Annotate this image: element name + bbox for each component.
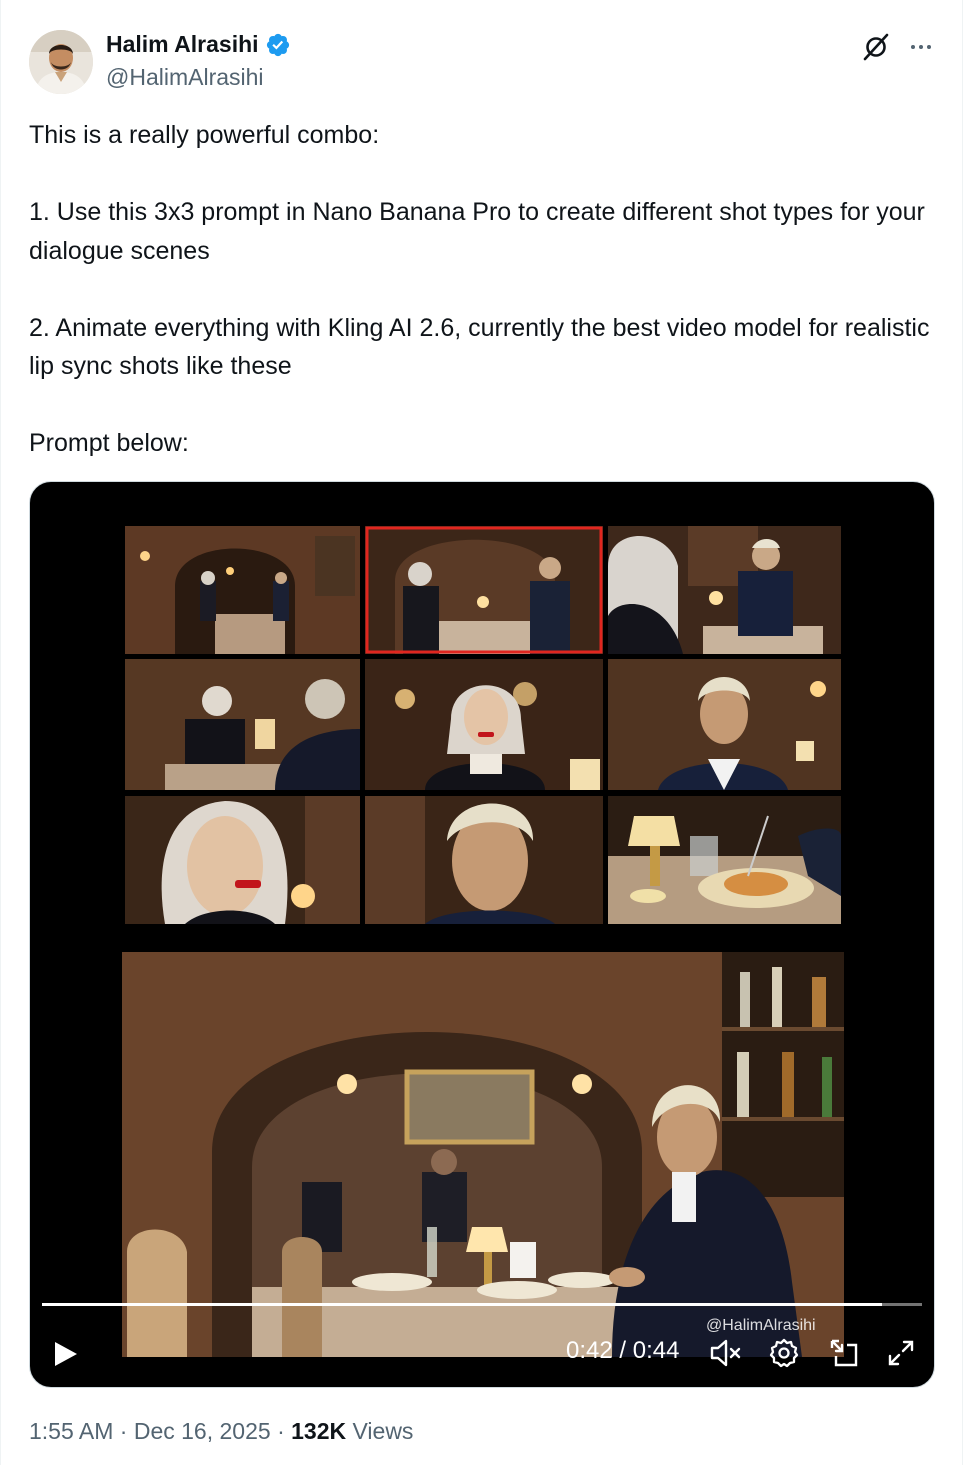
grid-cell-over-shoulder <box>608 526 841 654</box>
dot <box>927 45 931 49</box>
grid-cell-ots-woman <box>125 659 360 790</box>
tweet-paragraph <box>29 270 934 309</box>
avatar[interactable] <box>29 30 93 94</box>
handle[interactable]: @HalimAlrasihi <box>106 64 264 91</box>
tweet-container: Halim Alrasihi @HalimAlrasihi This is a … <box>0 0 963 1465</box>
pip-icon[interactable] <box>829 1338 859 1368</box>
more-options-icon[interactable] <box>904 30 938 64</box>
grid-cell-closeup-woman <box>365 659 603 790</box>
separator: · <box>119 1418 128 1444</box>
grid-cell-extreme-closeup-man <box>365 796 603 924</box>
views-count[interactable]: 132K <box>291 1418 346 1444</box>
tweet-paragraph: 2. Animate everything with Kling AI 2.6,… <box>29 313 937 381</box>
muted-volume-icon[interactable] <box>710 1338 742 1368</box>
grid-cell-extreme-closeup-woman <box>125 796 360 924</box>
fullscreen-icon[interactable] <box>886 1338 916 1368</box>
grid-cell-detail-table <box>608 796 841 924</box>
video-frame <box>122 952 844 1357</box>
tweet-date[interactable]: Dec 16, 2025 <box>134 1418 271 1444</box>
tweet-paragraph: Prompt below: <box>29 429 189 457</box>
video-time: 0:42 / 0:44 <box>566 1337 680 1364</box>
verified-badge-icon <box>266 33 289 56</box>
settings-gear-icon[interactable] <box>769 1338 799 1368</box>
grid-cell-wide-shot <box>125 526 360 654</box>
tweet-paragraph: 1. Use this 3x3 prompt in Nano Banana Pr… <box>29 198 932 265</box>
separator: · <box>277 1418 285 1444</box>
dot <box>919 45 923 49</box>
tweet-meta: 1:55 AM · Dec 16, 2025 · 132K Views <box>29 1418 413 1445</box>
tweet-text: This is a really powerful combo: 1. Use … <box>29 116 934 463</box>
video-progress-bar[interactable] <box>42 1303 922 1306</box>
grid-cell-closeup-man <box>608 659 841 790</box>
dot <box>911 45 915 49</box>
tweet-paragraph <box>29 386 934 425</box>
grid-cell-medium-two-shot <box>365 526 603 654</box>
tweet-paragraph: This is a really powerful combo: <box>29 121 380 149</box>
tweet-time[interactable]: 1:55 AM <box>29 1418 113 1444</box>
video-watermark: @HalimAlrasihi <box>706 1317 816 1334</box>
grok-icon[interactable] <box>859 30 893 64</box>
video-player[interactable]: @HalimAlrasihi 0:42 / 0:44 <box>29 481 935 1388</box>
name-row: Halim Alrasihi <box>106 31 291 58</box>
display-name[interactable]: Halim Alrasihi <box>106 31 259 58</box>
views-label: Views <box>352 1418 414 1444</box>
play-icon[interactable] <box>50 1339 80 1369</box>
shot-grid-image <box>125 526 841 924</box>
video-progress-fill <box>42 1303 883 1306</box>
tweet-paragraph <box>29 155 934 194</box>
